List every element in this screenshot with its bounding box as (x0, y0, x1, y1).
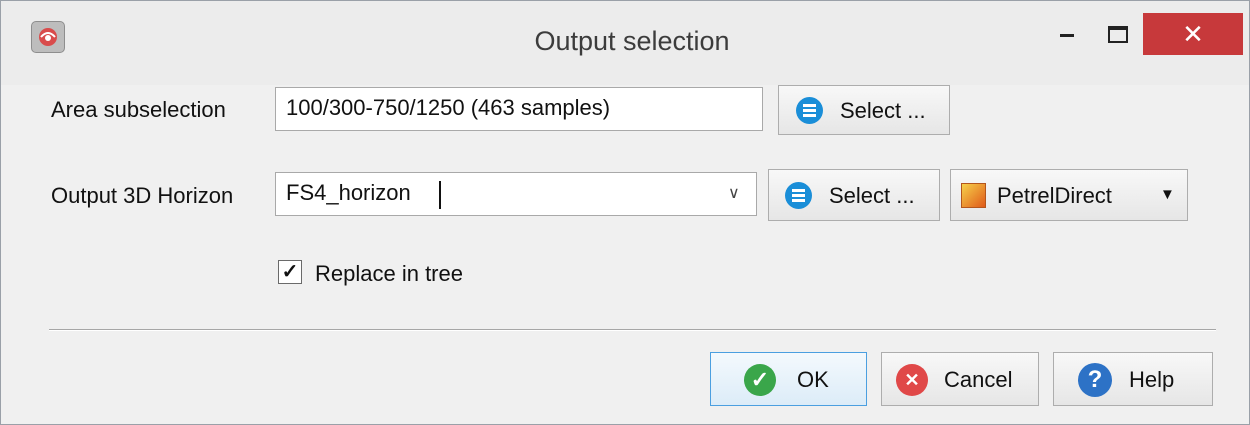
maximize-button[interactable] (1093, 15, 1141, 53)
minimize-button[interactable] (1043, 15, 1091, 53)
text-caret (439, 181, 441, 209)
area-select-label: Select ... (840, 98, 926, 123)
title-bar[interactable]: Output selection ✕ (1, 1, 1249, 85)
cancel-label: Cancel (944, 367, 1013, 392)
output-horizon-label: Output 3D Horizon (51, 183, 234, 208)
horizon-select-label: Select ... (829, 183, 915, 208)
ok-label: OK (797, 367, 829, 392)
help-label: Help (1129, 367, 1175, 392)
area-select-button[interactable]: Select ... (778, 85, 950, 135)
petreldirect-label: PetrelDirect (997, 183, 1112, 208)
replace-in-tree-label[interactable]: Replace in tree (315, 261, 463, 287)
help-button[interactable]: ? Help (1053, 352, 1213, 406)
output-selection-dialog: Output selection ✕ Area subselection 100… (0, 0, 1250, 425)
checkmark-circle-icon: ✓ (744, 364, 776, 396)
list-icon (785, 182, 812, 209)
list-icon (796, 97, 823, 124)
dialog-body: Area subselection 100/300-750/1250 (463 … (1, 85, 1249, 424)
checkmark-icon: ✓ (281, 261, 299, 283)
output-horizon-value: FS4_horizon (286, 180, 411, 205)
close-button[interactable]: ✕ (1143, 13, 1243, 55)
horizon-select-button[interactable]: Select ... (768, 169, 940, 221)
replace-in-tree-checkbox[interactable]: ✓ (278, 260, 302, 284)
help-question-icon: ? (1078, 363, 1112, 397)
petreldirect-dropdown[interactable]: PetrelDirect ▼ (950, 169, 1188, 221)
cancel-x-icon: ✕ (896, 364, 928, 396)
area-subselection-label: Area subselection (51, 97, 226, 122)
separator-highlight (49, 330, 1216, 331)
chevron-down-icon[interactable]: ∨ (728, 174, 740, 214)
output-horizon-combo[interactable]: FS4_horizon ∨ (275, 172, 757, 216)
dropdown-triangle-icon: ▼ (1160, 186, 1175, 203)
area-subselection-field[interactable]: 100/300-750/1250 (463 samples) (275, 87, 763, 131)
close-icon: ✕ (1182, 19, 1204, 49)
petrel-icon (961, 183, 986, 208)
ok-button[interactable]: ✓ OK (710, 352, 867, 406)
cancel-button[interactable]: ✕ Cancel (881, 352, 1039, 406)
